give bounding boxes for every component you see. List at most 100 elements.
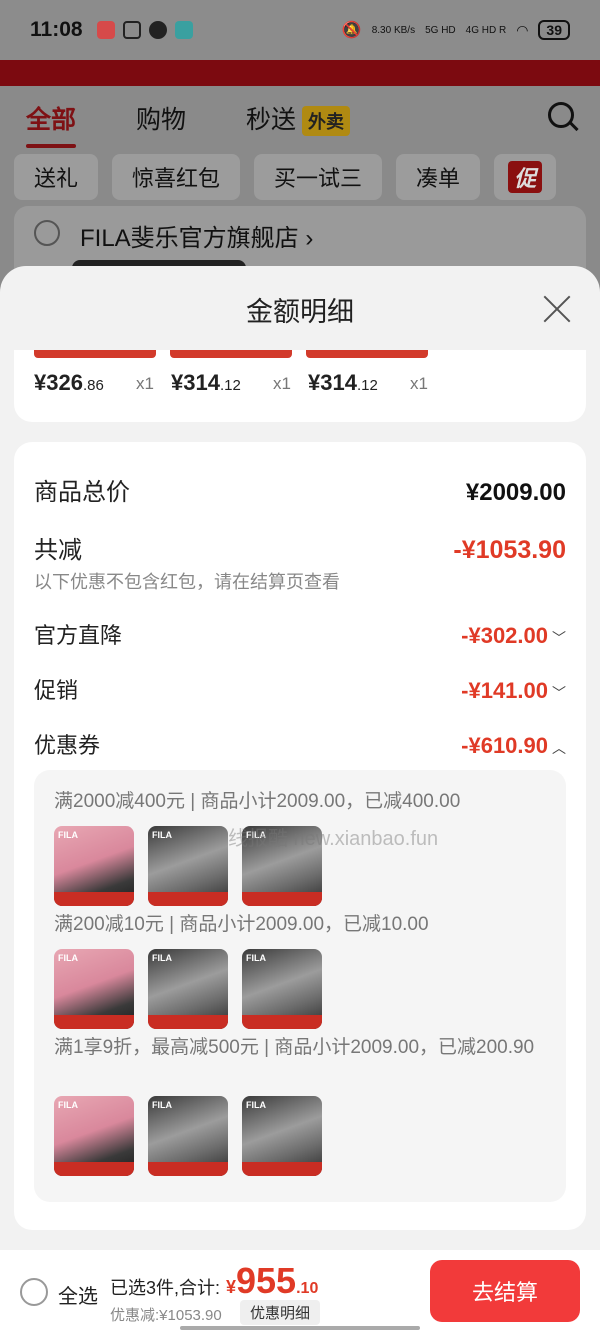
promotion-row[interactable]: 促销 -¥141.00 ﹀ xyxy=(34,673,566,705)
item-image-strip xyxy=(306,350,428,358)
chip-add-on[interactable]: 凑单 xyxy=(396,154,481,200)
tab-all[interactable]: 全部 xyxy=(26,100,77,148)
signal-4g: 4G HD R xyxy=(465,24,507,36)
total-value: ¥2009.00 xyxy=(465,479,566,506)
item-price: ¥326.86 xyxy=(34,370,104,396)
total-row: 商品总价 ¥2009.00 xyxy=(34,472,566,507)
price-tag xyxy=(242,1015,322,1029)
price-tag xyxy=(242,1162,322,1176)
price-tag xyxy=(148,892,228,906)
item-price-int: ¥314 xyxy=(171,370,220,395)
watermark: 线报酷 new.xianbao.fun xyxy=(228,828,439,850)
coupon-row[interactable]: 优惠券 -¥610.90 ︿ xyxy=(34,728,566,760)
chevron-up-icon: ︿ xyxy=(552,740,566,756)
promo-icon: 促 xyxy=(508,161,543,193)
brand-logo: FILA xyxy=(246,953,266,963)
item-price: ¥314.12 xyxy=(171,370,241,396)
product-thumbnail: FILA xyxy=(148,1096,228,1176)
home-indicator[interactable] xyxy=(180,1326,420,1330)
product-thumbnail: FILA xyxy=(242,949,322,1029)
store-name[interactable]: FILA斐乐官方旗舰店 › xyxy=(80,218,313,253)
boss-app-icon xyxy=(174,21,193,39)
coupon-amount: -¥610.90 ︿ xyxy=(461,733,566,759)
total-decimal: .10 xyxy=(296,1280,319,1297)
tab-instant-label: 秒送 xyxy=(246,106,297,134)
status-time: 11:08 xyxy=(30,18,83,41)
product-thumbnail: FILA xyxy=(54,949,134,1029)
product-thumbnail: FILA xyxy=(54,826,134,906)
status-bar: 11:08 🔕 8.30 KB/s 5G HD 4G HD R ◠ 39 xyxy=(0,0,600,60)
select-all-radio[interactable] xyxy=(20,1278,48,1306)
battery-indicator: 39 xyxy=(538,20,570,40)
item-image-strip xyxy=(170,350,292,358)
chip-gift[interactable]: 送礼 xyxy=(14,154,99,200)
item-qty: x1 xyxy=(410,374,428,393)
brand-logo: FILA xyxy=(58,830,78,840)
saved-amount: 优惠减:¥1053.90 xyxy=(110,1307,222,1324)
item-price-dec: .12 xyxy=(219,377,241,394)
item-price: ¥314.12 xyxy=(308,370,378,396)
price-tag xyxy=(242,892,322,906)
discount-value: -¥1053.90 xyxy=(453,536,566,564)
store-select-radio[interactable] xyxy=(34,220,60,246)
search-icon[interactable] xyxy=(548,102,574,128)
discount-row: 共减 -¥1053.90 xyxy=(34,530,566,565)
product-thumbnail: FILA xyxy=(54,1096,134,1176)
checkout-bar: 全选 已选3件,合计: ¥955.10 优惠减:¥1053.90 优惠明细 去结… xyxy=(0,1250,600,1333)
app-notification-icon xyxy=(96,21,115,39)
item-price-dec: .12 xyxy=(356,377,378,394)
official-drop-label: 官方直降 xyxy=(34,623,123,648)
brand-logo: FILA xyxy=(58,1100,78,1110)
price-tag xyxy=(148,1162,228,1176)
total-currency: ¥ xyxy=(226,1277,237,1297)
coupon-rule: 满1享9折，最高减500元 | 商品小计2009.00，已减200.90 xyxy=(54,1037,535,1058)
status-right: 🔕 8.30 KB/s 5G HD 4G HD R ◠ 39 xyxy=(342,20,570,40)
product-thumbnail: FILA xyxy=(148,949,228,1029)
discount-note: 以下优惠不包含红包，请在结算页查看 xyxy=(34,572,340,592)
promotion-value: -¥141.00 xyxy=(461,678,548,703)
coupon-label: 优惠券 xyxy=(34,733,101,758)
tab-shopping[interactable]: 购物 xyxy=(136,100,186,136)
message-notification-icon xyxy=(148,21,167,39)
close-icon[interactable] xyxy=(542,294,572,324)
price-tag xyxy=(54,1015,134,1029)
price-tag xyxy=(54,892,134,906)
total-integer: 955 xyxy=(236,1260,297,1301)
store-name-label: FILA斐乐官方旗舰店 xyxy=(80,225,299,252)
total-amount: ¥955.10 xyxy=(226,1260,318,1302)
select-all-label[interactable]: 全选 xyxy=(58,1280,98,1309)
signal-5g: 5G HD xyxy=(425,24,456,36)
coupon-products: FILA FILA FILA xyxy=(54,949,322,1029)
item-image-strip xyxy=(34,350,156,358)
chevron-down-icon: ﹀ xyxy=(552,685,566,701)
product-thumbnail: FILA xyxy=(242,1096,322,1176)
amount-detail-sheet: 金额明细 ¥326.86 x1 ¥314.12 x1 ¥314.12 x1 商品… xyxy=(0,266,600,1250)
coupon-rule: 满200减10元 | 商品小计2009.00，已减10.00 xyxy=(54,914,429,935)
net-speed: 8.30 KB/s xyxy=(371,24,416,36)
price-tag xyxy=(148,1015,228,1029)
discount-detail-button[interactable]: 优惠明细 xyxy=(240,1300,321,1325)
tab-instant[interactable]: 秒送 外卖 xyxy=(246,100,351,136)
total-label: 商品总价 xyxy=(34,479,130,506)
official-drop-row[interactable]: 官方直降 -¥302.00 ﹀ xyxy=(34,618,566,650)
chip-try-three[interactable]: 买一试三 xyxy=(254,154,383,200)
copy-notification-icon xyxy=(122,21,141,39)
wifi-icon: ◠ xyxy=(516,21,529,38)
promotion-amount: -¥141.00 ﹀ xyxy=(461,678,566,704)
coupon-products: FILA FILA FILA xyxy=(54,1096,322,1176)
official-drop-value: -¥302.00 xyxy=(461,623,548,648)
item-qty: x1 xyxy=(273,374,291,393)
item-qty: x1 xyxy=(136,374,154,393)
coupon-value: -¥610.90 xyxy=(461,733,548,758)
store-chevron-icon: › xyxy=(305,225,314,252)
chip-promo[interactable]: 促 xyxy=(494,154,557,200)
brand-logo: FILA xyxy=(58,953,78,963)
mute-icon: 🔕 xyxy=(341,22,362,39)
item-price-int: ¥314 xyxy=(308,370,357,395)
checkout-button[interactable]: 去结算 xyxy=(430,1260,580,1322)
official-drop-amount: -¥302.00 ﹀ xyxy=(461,623,566,649)
chip-red-packet[interactable]: 惊喜红包 xyxy=(112,154,241,200)
sheet-title: 金额明细 xyxy=(246,297,354,327)
cart-tabs: 全部 购物 秒送 外卖 xyxy=(26,100,351,148)
price-tag xyxy=(54,1162,134,1176)
